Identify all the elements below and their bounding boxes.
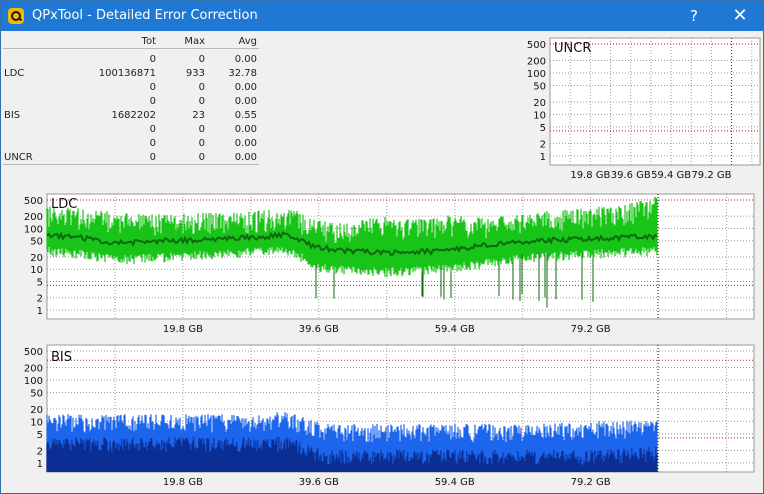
stats-tot-value: 100136871 [98, 68, 156, 79]
y-tick-label: 20 [533, 98, 546, 109]
stats-row-label: LDC [4, 68, 25, 79]
stats-max-value: 0 [198, 82, 205, 93]
y-tick-label: 10 [30, 265, 43, 276]
x-tick-label: 19.8 GB [570, 170, 610, 181]
help-button[interactable]: ? [671, 1, 717, 31]
y-tick-label: 5 [540, 123, 546, 134]
stats-tot-value: 0 [149, 96, 156, 107]
stats-avg-value: 0.55 [234, 110, 257, 121]
stats-row: UNCR 0 0 0.00 [3, 151, 259, 165]
x-tick-label: 39.6 GB [299, 477, 339, 488]
y-tick-label: 200 [24, 212, 43, 223]
bis-chart: 500 20010050 2010 5 2 1 19.8 GB 39.6 GB 59.4 GB 7… [3, 341, 759, 493]
stats-tot-value: 0 [149, 82, 156, 93]
stats-row: 0 0 0.00 [3, 53, 259, 67]
stats-max-value: 0 [198, 152, 205, 163]
y-tick-label: 1 [37, 306, 43, 317]
y-tick-label: 500 [24, 347, 43, 358]
stats-max-value: 0 [198, 54, 205, 65]
stats-max-value: 23 [192, 110, 205, 121]
stats-header-divider [3, 48, 259, 49]
stats-avg-value: 0.00 [234, 138, 257, 149]
y-tick-label: 50 [533, 81, 546, 92]
stats-row: 0 0 0.00 [3, 95, 259, 109]
stats-avg-value: 0.00 [234, 82, 257, 93]
y-tick-label: 1 [37, 459, 43, 470]
stats-table: Tot Max Avg 0 0 0.00 LDC 100136871 933 32.78 0 0… [3, 35, 259, 167]
stats-tot-value: 0 [149, 138, 156, 149]
title-bar[interactable]: QPxTool - Detailed Error Correction ? ✕ [1, 1, 763, 31]
close-button[interactable]: ✕ [717, 1, 763, 31]
stats-row: 0 0 0.00 [3, 137, 259, 151]
stats-avg-value: 0.00 [234, 54, 257, 65]
y-tick-label: 200 [24, 364, 43, 375]
y-tick-label: 50 [30, 388, 43, 399]
header-max: Max [184, 36, 205, 47]
y-tick-label: 20 [30, 253, 43, 264]
x-tick-label: 59.4 GB [651, 170, 691, 181]
y-tick-label: 100 [527, 69, 546, 80]
stats-tot-value: 0 [149, 152, 156, 163]
x-tick-label: 19.8 GB [163, 324, 203, 335]
x-tick-label: 59.4 GB [435, 324, 475, 335]
y-tick-label: 50 [30, 237, 43, 248]
y-tick-label: 2 [37, 446, 43, 457]
stats-tot-value: 0 [149, 124, 156, 135]
stats-row: BIS 1682202 23 0.55 [3, 109, 259, 123]
x-tick-label: 59.4 GB [435, 477, 475, 488]
header-avg: Avg [238, 36, 257, 47]
y-tick-label: 500 [527, 40, 546, 51]
chart-title: BIS [51, 350, 72, 365]
y-tick-label: 20 [30, 405, 43, 416]
stats-row-label: UNCR [4, 152, 33, 163]
stats-max-value: 0 [198, 96, 205, 107]
y-tick-label: 100 [24, 224, 43, 235]
error-correction-window: QPxTool - Detailed Error Correction ? ✕ … [0, 0, 764, 494]
stats-row: 0 0 0.00 [3, 123, 259, 137]
stats-row: LDC 100136871 933 32.78 [3, 67, 259, 81]
y-tick-label: 1 [540, 152, 546, 163]
x-tick-label: 39.6 GB [611, 170, 651, 181]
x-tick-label: 79.2 GB [691, 170, 731, 181]
stats-row-label: BIS [4, 110, 21, 121]
y-tick-label: 5 [37, 430, 43, 441]
stats-row: 0 0 0.00 [3, 81, 259, 95]
chart-title: LDC [51, 197, 77, 212]
y-tick-label: 200 [527, 57, 546, 68]
y-tick-label: 10 [30, 417, 43, 428]
stats-tot-value: 0 [149, 54, 156, 65]
stats-avg-value: 0.00 [234, 124, 257, 135]
x-tick-label: 39.6 GB [299, 324, 339, 335]
y-tick-label: 10 [533, 110, 546, 121]
y-tick-label: 2 [37, 294, 43, 305]
y-tick-label: 5 [37, 277, 43, 288]
header-tot: Tot [141, 36, 156, 47]
stats-max-value: 0 [198, 124, 205, 135]
y-tick-label: 100 [24, 376, 43, 387]
stats-bottom-divider [3, 164, 259, 165]
chart-title: UNCR [554, 41, 591, 56]
stats-header-row: Tot Max Avg [3, 35, 259, 49]
stats-avg-value: 0.00 [234, 152, 257, 163]
x-tick-label: 19.8 GB [163, 477, 203, 488]
stats-max-value: 0 [198, 138, 205, 149]
x-tick-label: 79.2 GB [571, 477, 611, 488]
window-title: QPxTool - Detailed Error Correction [32, 8, 258, 23]
y-tick-label: 2 [540, 139, 546, 150]
ldc-chart: 500 200100 50 20105 21 19.8 GB 39.6 GB 59.4 GB 7… [3, 188, 759, 340]
stats-max-value: 933 [185, 68, 205, 79]
stats-avg-value: 0.00 [234, 96, 257, 107]
y-tick-label: 500 [24, 196, 43, 207]
uncr-chart: 500 20010050 2010 5 2 1 19.8 GB 39.6 GB 59.4 GB 7… [524, 34, 762, 186]
x-tick-label: 79.2 GB [571, 324, 611, 335]
stats-avg-value: 32.78 [228, 68, 257, 79]
magnifier-app-icon [8, 8, 24, 24]
stats-tot-value: 1682202 [111, 110, 156, 121]
